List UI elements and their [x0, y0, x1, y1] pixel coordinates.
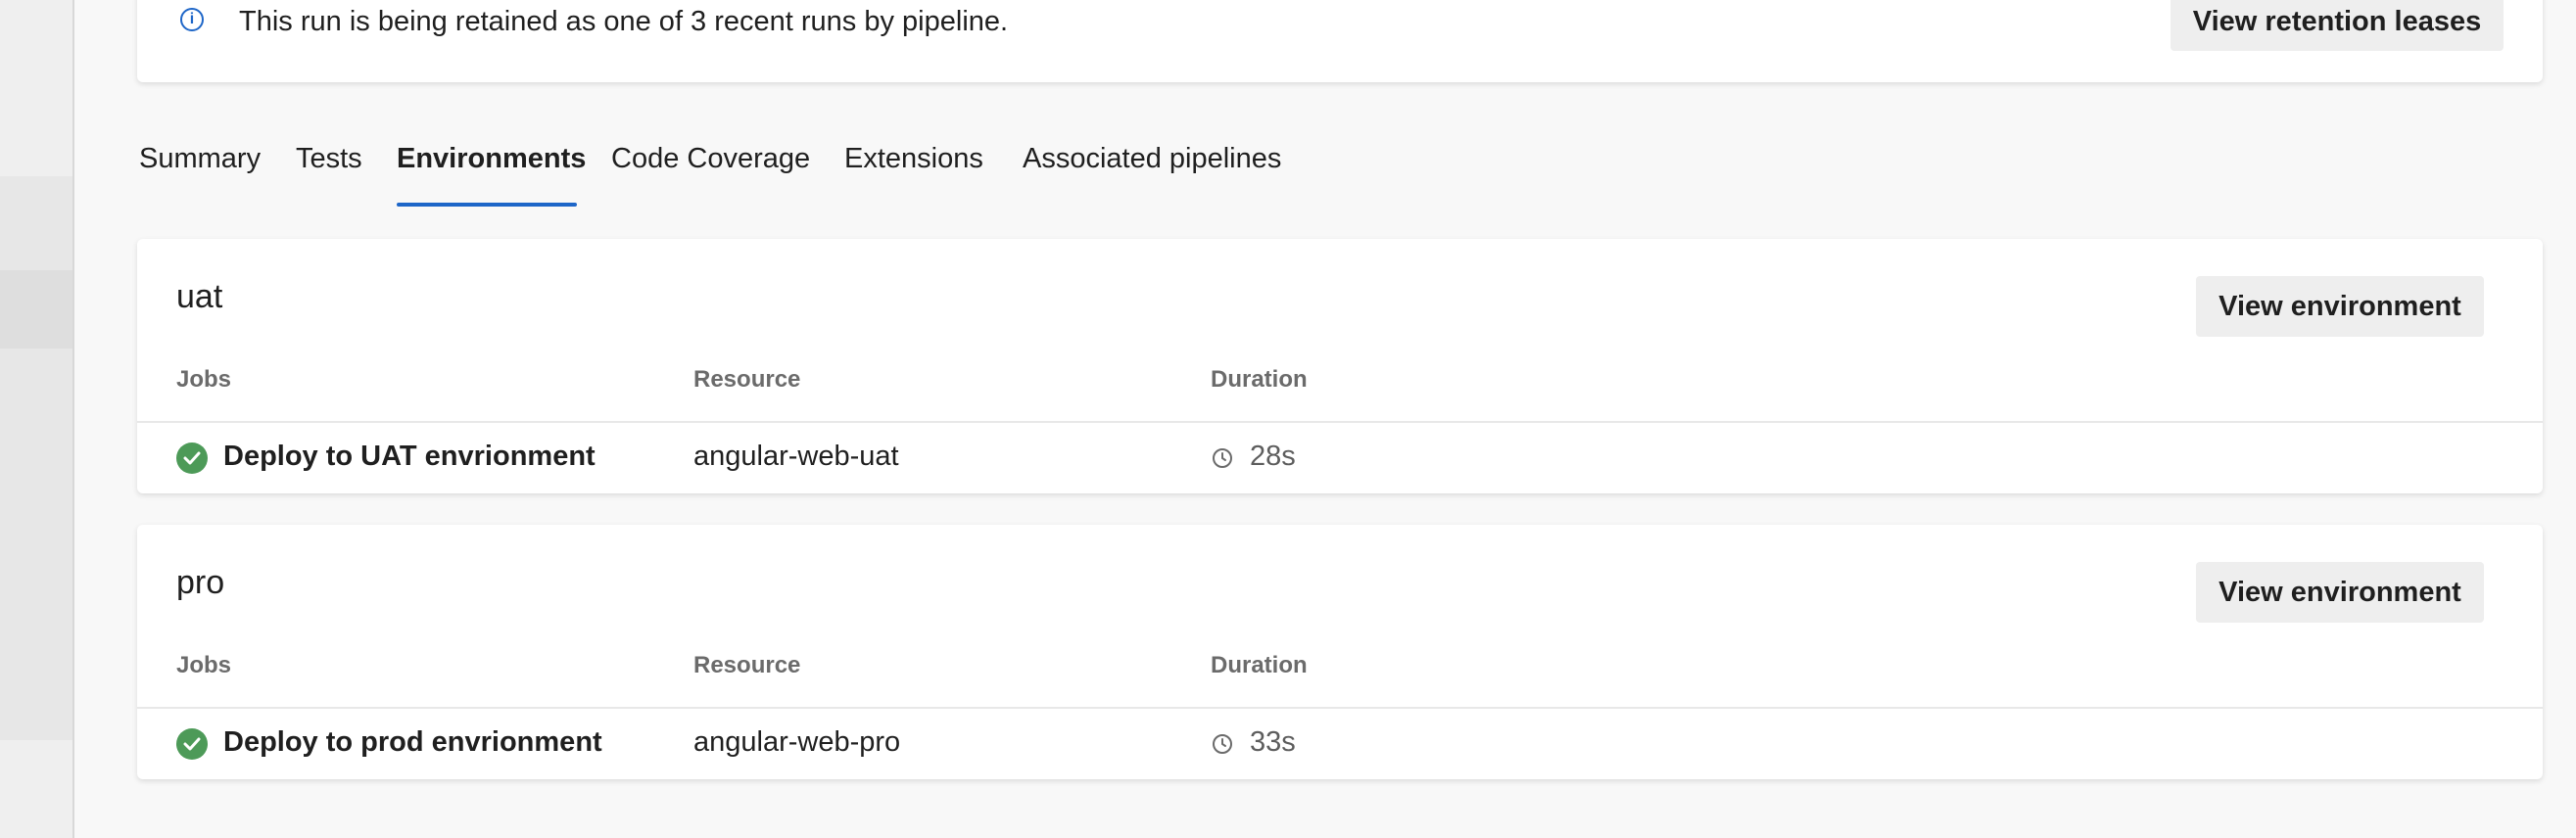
- column-header-jobs: Jobs: [176, 366, 232, 393]
- tab-associated-pipelines[interactable]: Associated pipelines: [1023, 143, 1281, 175]
- tab-environments[interactable]: Environments: [397, 143, 586, 175]
- environment-card-pro: pro View environment Jobs Resource Durat…: [137, 525, 2543, 779]
- environment-card-uat: uat View environment Jobs Resource Durat…: [137, 239, 2543, 493]
- clock-icon: [1213, 448, 1232, 468]
- rail-section: [0, 349, 72, 740]
- environment-name: uat: [176, 278, 223, 315]
- rail-section-selected: [0, 270, 72, 349]
- job-duration: 33s: [1250, 726, 1296, 758]
- column-header-jobs: Jobs: [176, 652, 232, 678]
- resource-name: angular-web-pro: [693, 726, 901, 758]
- rail-section: [0, 176, 72, 270]
- tab-extensions[interactable]: Extensions: [844, 143, 983, 175]
- job-duration: 28s: [1250, 441, 1296, 472]
- column-header-duration: Duration: [1211, 366, 1308, 393]
- column-header-resource: Resource: [693, 652, 801, 678]
- table-row[interactable]: Deploy to UAT envrionment angular-web-ua…: [137, 423, 2543, 493]
- tab-summary[interactable]: Summary: [139, 143, 261, 175]
- success-check-icon: [176, 728, 208, 760]
- resource-name: angular-web-uat: [693, 441, 899, 472]
- job-name[interactable]: Deploy to UAT envrionment: [223, 441, 596, 473]
- view-environment-button[interactable]: View environment: [2196, 276, 2484, 337]
- environment-name: pro: [176, 564, 225, 601]
- view-environment-button[interactable]: View environment: [2196, 562, 2484, 623]
- column-header-resource: Resource: [693, 366, 801, 393]
- table-row[interactable]: Deploy to prod envrionment angular-web-p…: [137, 709, 2543, 779]
- tab-code-coverage[interactable]: Code Coverage: [611, 143, 810, 175]
- clock-icon: [1213, 734, 1232, 754]
- info-icon: i: [180, 8, 204, 31]
- column-header-duration: Duration: [1211, 652, 1308, 678]
- active-tab-indicator: [397, 203, 577, 207]
- view-retention-leases-button[interactable]: View retention leases: [2171, 0, 2504, 51]
- retention-message: This run is being retained as one of 3 r…: [239, 6, 1009, 37]
- tab-tests[interactable]: Tests: [296, 143, 362, 175]
- left-navigation-rail: [0, 0, 74, 838]
- success-check-icon: [176, 442, 208, 474]
- job-name[interactable]: Deploy to prod envrionment: [223, 726, 602, 759]
